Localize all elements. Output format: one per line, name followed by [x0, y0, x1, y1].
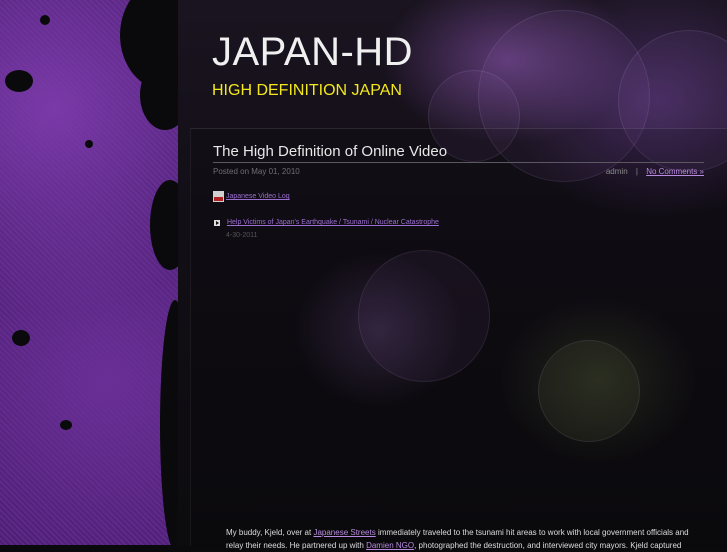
post-date: Posted on May 01, 2010	[213, 167, 300, 176]
feed-link[interactable]: Japanese Video Log	[226, 193, 290, 200]
body-text-segment: , photographed the destruction, and inte…	[414, 541, 682, 550]
meta-separator: |	[635, 167, 638, 176]
post-meta: admin | No Comments »	[606, 167, 704, 176]
site-tagline: HIGH DEFINITION JAPAN	[212, 82, 402, 99]
damien-ngo-link[interactable]: Damien NGO	[366, 541, 414, 550]
post-body: My buddy, Kjeld, over at Japanese Street…	[226, 526, 706, 552]
feed-widget: Japanese Video Log	[213, 191, 290, 202]
site-title[interactable]: JAPAN-HD	[212, 30, 413, 75]
arrow-bullet-icon	[214, 219, 220, 226]
list-item: Help Victims of Japan's Earthquake / Tsu…	[214, 219, 439, 226]
body-text-segment: My buddy, Kjeld, over at	[226, 528, 314, 537]
post-author: admin	[605, 167, 628, 176]
rss-feed-icon[interactable]	[213, 191, 224, 202]
comments-link[interactable]: No Comments »	[646, 167, 704, 176]
news-item-date: 4-30-2011	[226, 232, 258, 239]
post-title-divider	[213, 162, 704, 163]
japanese-streets-link[interactable]: Japanese Streets	[313, 528, 375, 537]
news-item-link[interactable]: Help Victims of Japan's Earthquake / Tsu…	[227, 219, 439, 226]
decorative-paint-splatter-background	[0, 0, 178, 545]
post-title[interactable]: The High Definition of Online Video	[213, 143, 447, 160]
